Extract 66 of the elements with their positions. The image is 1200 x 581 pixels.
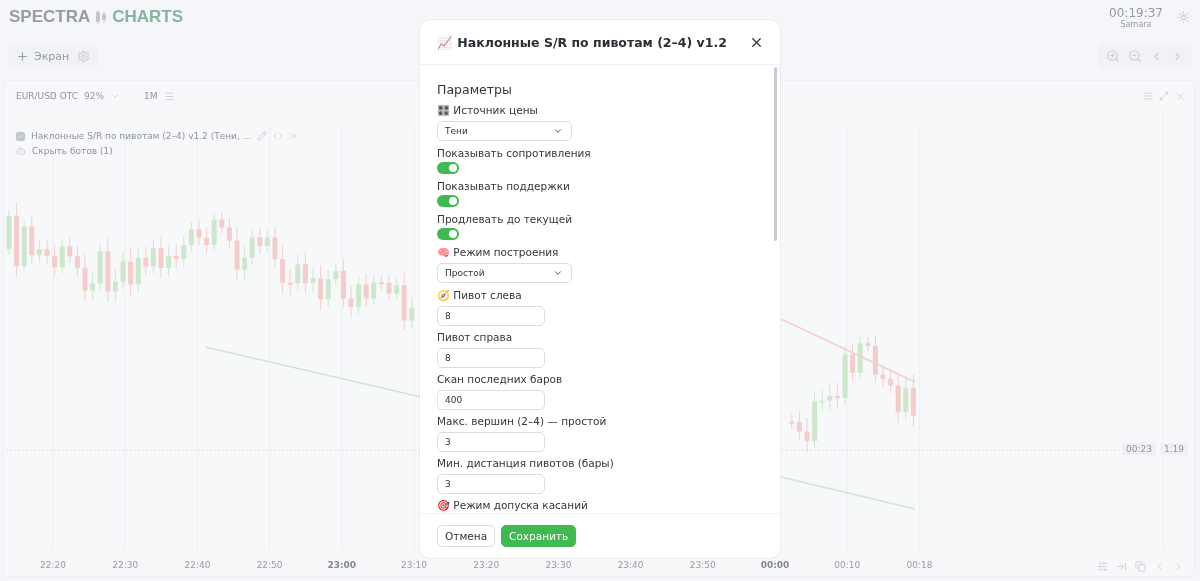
time-axis-label: 23:40 bbox=[617, 560, 644, 570]
dialog-title: 📈 Наклонные S/R по пивотам (2–4) v1.2 bbox=[437, 34, 727, 50]
time-axis-label: 23:20 bbox=[473, 560, 500, 570]
chevron-down-icon bbox=[553, 126, 563, 136]
number-field[interactable]: 8 bbox=[437, 348, 545, 368]
section-heading: Параметры bbox=[437, 82, 513, 97]
field-label: 🧠 Режим построения bbox=[437, 246, 560, 259]
close-icon[interactable] bbox=[1175, 90, 1186, 102]
logo-text: SPECTRA bbox=[9, 7, 91, 27]
scrollbar-thumb[interactable] bbox=[774, 67, 777, 241]
sun-icon[interactable] bbox=[1177, 10, 1190, 24]
indicator-label: Наклонные S/R по пивотам (2–4) v1.2 (Тени, ... bbox=[31, 131, 252, 141]
time-axis-label: 23:50 bbox=[689, 560, 716, 570]
select-field[interactable]: Тени bbox=[437, 121, 572, 141]
toggle-switch[interactable] bbox=[437, 228, 459, 240]
time-axis-label: 23:30 bbox=[545, 560, 572, 570]
code-icon[interactable] bbox=[273, 131, 284, 141]
payout-label: 92% bbox=[84, 91, 104, 101]
field-label: 🧭 Пивот слева bbox=[437, 289, 523, 302]
price-tag: 1.19 bbox=[1159, 443, 1188, 455]
number-field[interactable]: 8 bbox=[437, 306, 545, 326]
zoom-out-icon[interactable] bbox=[1128, 49, 1142, 63]
pencil-icon[interactable] bbox=[257, 131, 268, 141]
time-tag: 00:23 bbox=[1122, 443, 1156, 455]
sliders-icon[interactable] bbox=[1097, 561, 1108, 572]
plus-icon bbox=[16, 49, 29, 63]
cancel-button[interactable]: Отмена bbox=[437, 525, 496, 547]
copy-icon[interactable] bbox=[1135, 561, 1146, 572]
logo-text: CHARTS bbox=[112, 7, 184, 27]
time-axis-label: 00:18 bbox=[906, 560, 933, 570]
time-axis-label: 22:30 bbox=[112, 560, 139, 570]
toggle-switch[interactable] bbox=[437, 195, 459, 207]
jump-to-end-icon[interactable] bbox=[1116, 561, 1127, 572]
time-axis-label: 23:10 bbox=[401, 560, 427, 570]
chevron-down-icon bbox=[553, 268, 563, 278]
field-label: Продлевать до текущей bbox=[437, 213, 573, 226]
toggle-switch[interactable] bbox=[437, 162, 459, 174]
field-label: Мин. дистанция пивотов (бары) bbox=[437, 457, 615, 470]
time-axis-label: 23:00 bbox=[327, 560, 357, 570]
number-field[interactable]: 400 bbox=[437, 390, 545, 410]
field-label: Показывать сопротивления bbox=[437, 147, 592, 160]
field-label: 🎯 Режим допуска касаний bbox=[437, 499, 589, 512]
check-icon bbox=[17, 132, 24, 140]
timezone-label: Samara bbox=[1120, 19, 1152, 29]
time-axis-label: 22:40 bbox=[184, 560, 211, 570]
time-axis-label: 22:50 bbox=[256, 560, 283, 570]
field-label: 🎛 Источник цены bbox=[437, 104, 539, 117]
number-field[interactable]: 3 bbox=[437, 474, 545, 494]
time-axis-label: 00:00 bbox=[760, 560, 790, 570]
zoom-in-icon[interactable] bbox=[1106, 49, 1120, 63]
field-label: Показывать поддержки bbox=[437, 180, 571, 193]
time-axis-label: 00:10 bbox=[834, 560, 861, 570]
expand-icon[interactable] bbox=[1159, 91, 1169, 101]
indicator-checkbox[interactable] bbox=[16, 131, 25, 141]
robot-icon bbox=[16, 146, 26, 156]
field-label: Макс. вершин (2–4) — простой bbox=[437, 415, 608, 428]
field-label: Скан последних баров bbox=[437, 373, 564, 386]
number-field[interactable]: 3 bbox=[437, 432, 545, 452]
settings-icon[interactable] bbox=[77, 49, 91, 63]
menu-icon[interactable] bbox=[163, 90, 175, 102]
close-icon[interactable] bbox=[289, 131, 300, 141]
field-label: Пивот справа bbox=[437, 331, 514, 344]
chevron-down-icon[interactable] bbox=[110, 91, 120, 101]
select-field[interactable]: Простой bbox=[437, 263, 572, 283]
time-axis-label: 22:20 bbox=[40, 560, 66, 570]
clock-time: 00:19:37 bbox=[1109, 5, 1163, 20]
